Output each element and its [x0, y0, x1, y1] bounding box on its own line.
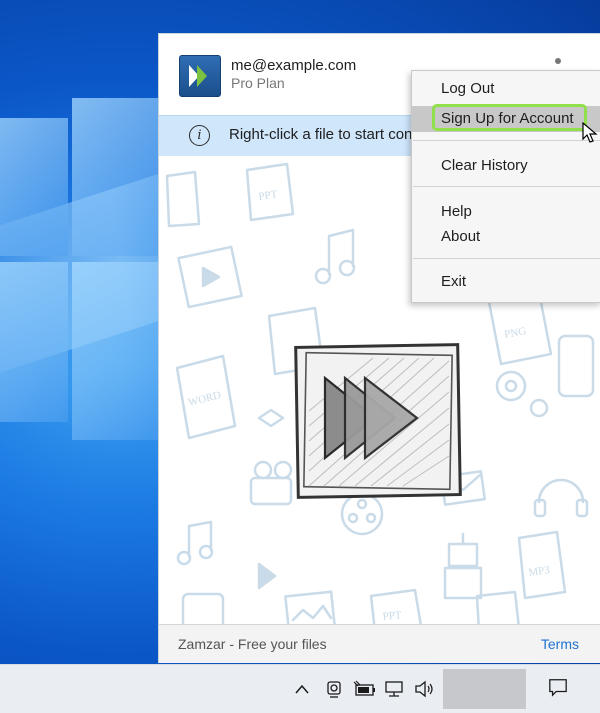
menu-dot-icon[interactable] — [555, 58, 561, 64]
menu-separator — [413, 140, 600, 141]
svg-text:PPT: PPT — [258, 188, 279, 203]
svg-text:MP3: MP3 — [528, 564, 551, 579]
menu-item-help[interactable]: Help — [412, 199, 600, 225]
zip-doc-doodle-icon — [475, 590, 520, 624]
account-plan: Pro Plan — [231, 75, 285, 91]
film-reel-doodle-icon — [340, 492, 384, 536]
battery-icon[interactable] — [352, 679, 376, 699]
menu-item-exit[interactable]: Exit — [412, 269, 600, 295]
menu-item-label: Clear History — [441, 157, 528, 174]
mouse-cursor-icon — [582, 122, 598, 143]
document-doodle-icon-2 — [165, 170, 201, 228]
film-doodle-icon — [177, 245, 243, 309]
footer-tagline: Zamzar - Free your files — [178, 636, 327, 652]
taskbar — [0, 664, 600, 713]
terms-link[interactable]: Terms — [541, 636, 579, 652]
svg-text:PPT: PPT — [382, 609, 402, 623]
windows-logo-pane-top-right — [72, 98, 158, 256]
music-note-doodle-icon — [314, 228, 356, 285]
cube-doodle-icon — [257, 408, 285, 428]
word-doc-doodle-icon: WORD — [175, 354, 237, 440]
banner-text: Right-click a file to start con — [229, 126, 413, 143]
network-icon[interactable] — [383, 679, 405, 699]
menu-separator — [413, 186, 600, 187]
mp3-doc-doodle-icon: MP3 — [517, 530, 567, 600]
menu-item-clear-history[interactable]: Clear History — [412, 153, 600, 179]
account-email: me@example.com — [231, 57, 357, 74]
menu-item-label: About — [441, 228, 481, 245]
menu-separator — [413, 258, 600, 259]
robot-doodle-icon — [443, 532, 483, 600]
drive-doodle-icon — [557, 334, 595, 398]
chevron-up-icon[interactable] — [294, 679, 310, 699]
menu-item-log-out[interactable]: Log Out — [412, 76, 600, 102]
headphones-doodle-icon — [533, 478, 589, 518]
sketch-play-button-icon — [294, 343, 462, 499]
camera-icon[interactable] — [324, 679, 344, 699]
clock-area[interactable] — [443, 669, 526, 709]
play-doodle-icon — [257, 562, 277, 590]
music-note-doodle-icon-2 — [176, 520, 214, 566]
ppt-doc-doodle-icon: PPT — [369, 588, 422, 624]
menu-item-about[interactable]: About — [412, 224, 600, 250]
notification-icon[interactable] — [547, 677, 569, 697]
svg-text:PNG: PNG — [503, 325, 527, 341]
gear-doodle-icon — [495, 370, 549, 418]
menu-item-sign-up-for-account[interactable]: Sign Up for Account — [412, 104, 600, 132]
account-context-menu: Log Out Sign Up for Account Clear Histor… — [411, 70, 600, 303]
image-doc-doodle-icon — [284, 590, 336, 624]
windows-logo-pane-bottom-left — [0, 262, 68, 422]
menu-item-label: Exit — [441, 273, 467, 290]
zamzar-logo-icon — [179, 55, 221, 97]
menu-item-label: Help — [441, 203, 472, 220]
svg-text:WORD: WORD — [187, 389, 223, 409]
menu-item-label: Log Out — [441, 80, 495, 97]
menu-item-label: Sign Up for Account — [441, 110, 574, 127]
app-footer: Zamzar - Free your files Terms — [159, 624, 600, 663]
camera-doodle-icon — [249, 460, 293, 506]
document-doodle-icon: PPT — [245, 162, 295, 222]
volume-icon[interactable] — [413, 679, 435, 699]
drive-doodle-icon-2 — [181, 592, 225, 624]
windows-logo-pane-bottom-right — [72, 262, 158, 440]
info-icon: i — [189, 125, 210, 146]
windows-logo-pane-top-left — [0, 118, 68, 256]
